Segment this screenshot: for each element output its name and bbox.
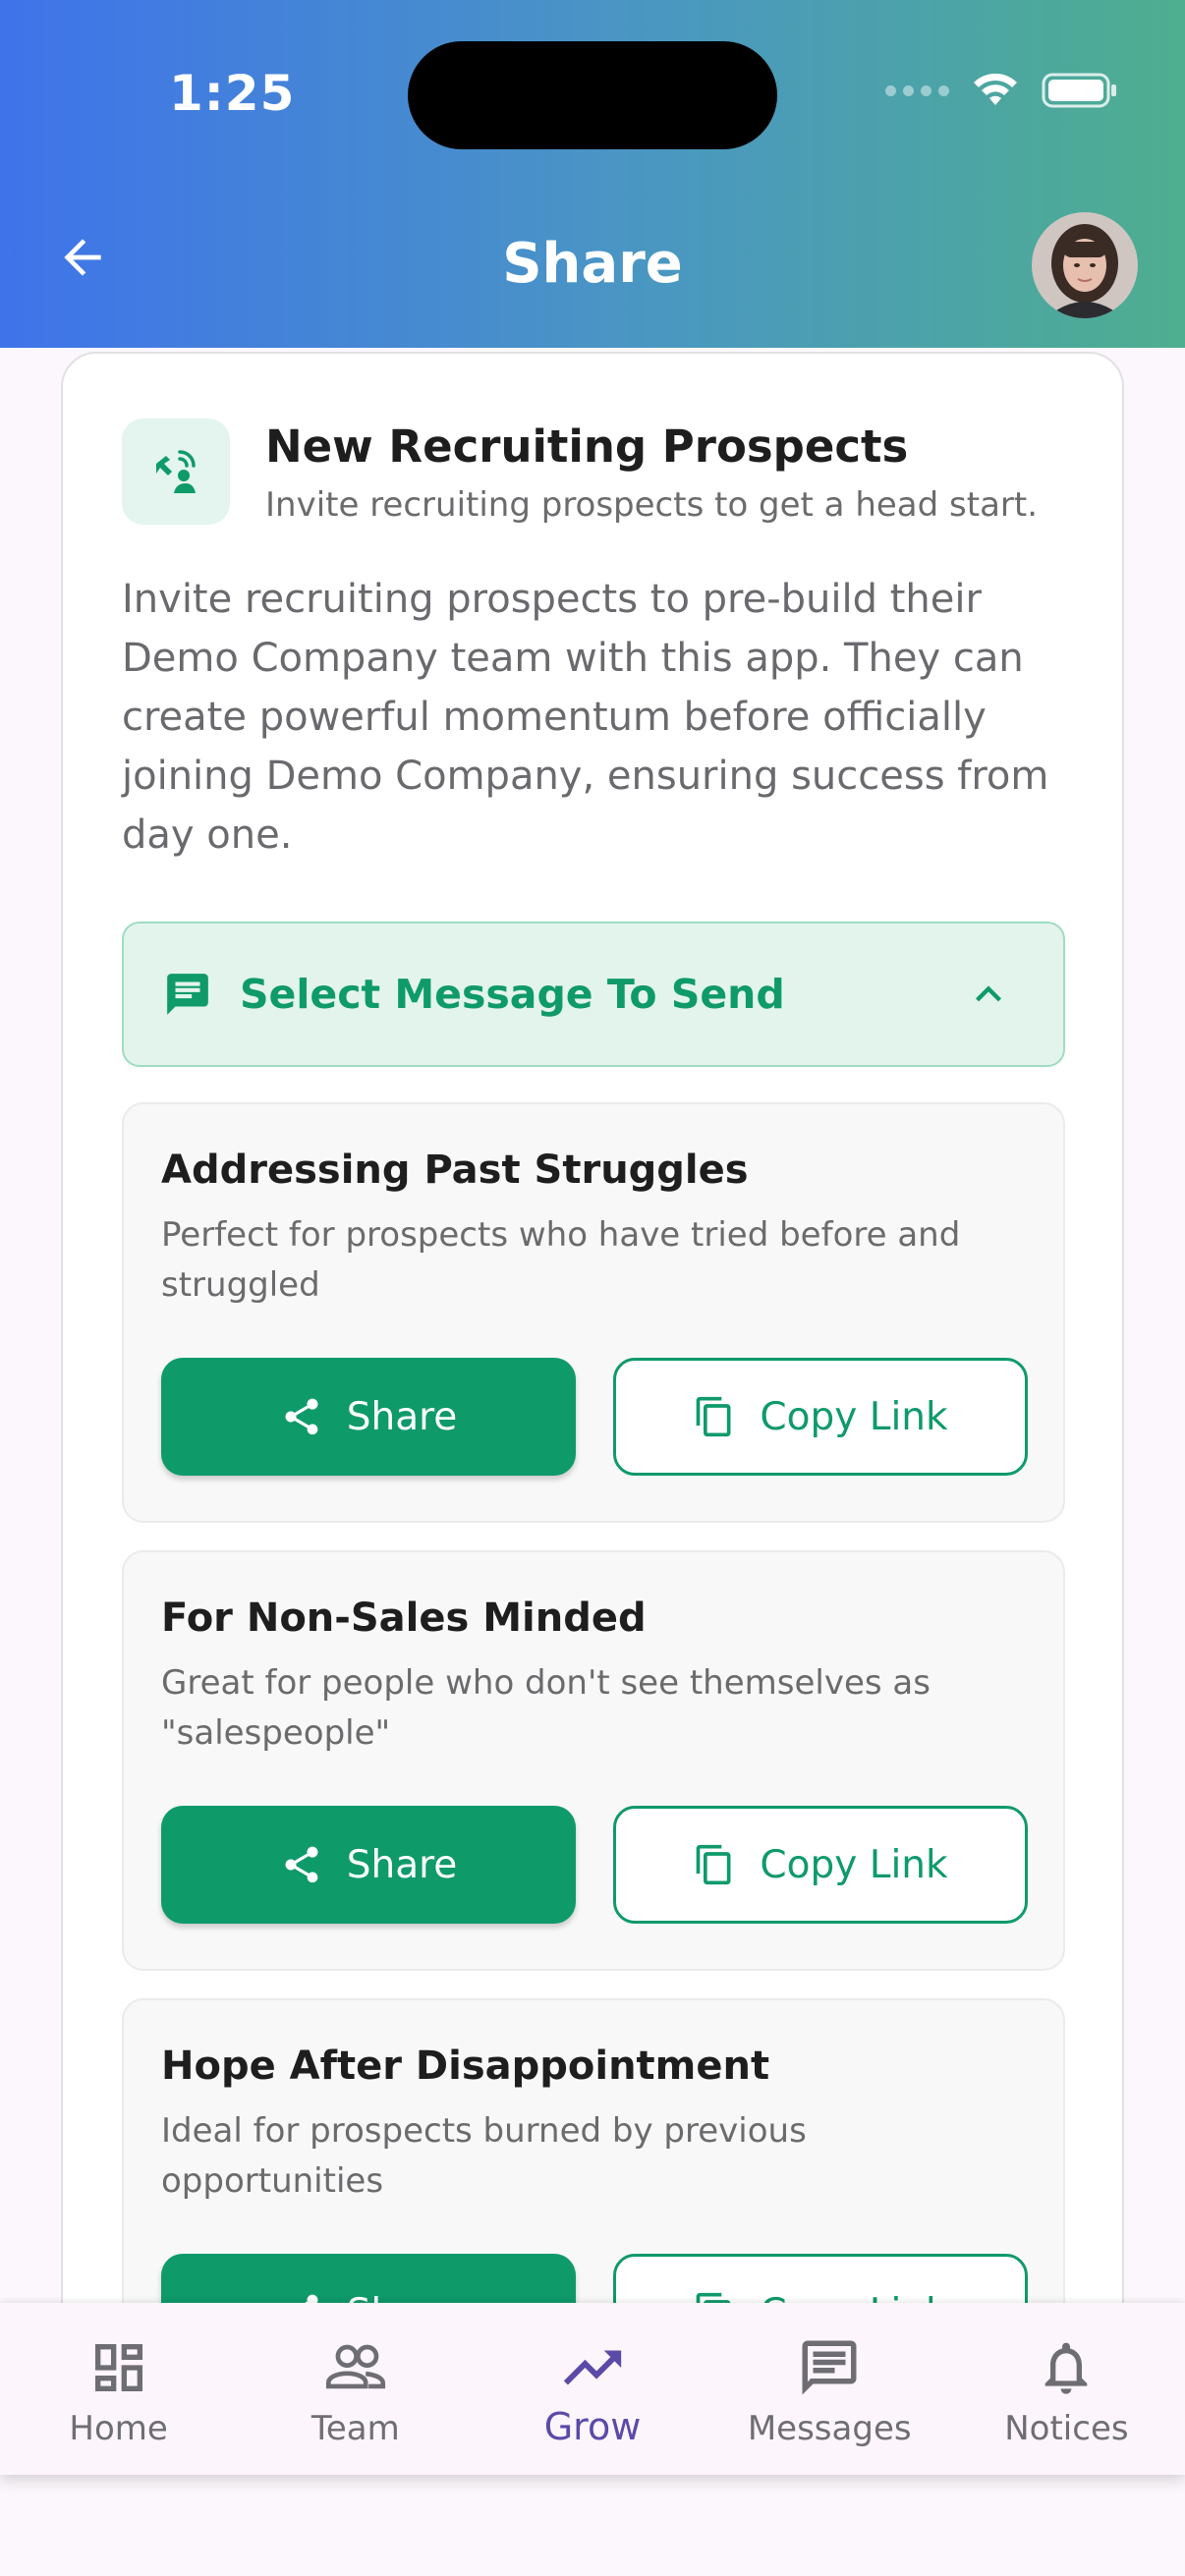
nav-label-home: Home [69,2409,168,2448]
nav-item-home[interactable]: Home [0,2303,237,2475]
battery-icon [1042,73,1116,108]
share-label: Share [346,1394,458,1439]
message-icon [167,974,208,1015]
copy-link-label: Copy Link [760,1394,948,1439]
copy-link-button[interactable]: Copy Link [613,1358,1028,1476]
bell-icon [1045,2342,1088,2394]
user-avatar-image [1032,212,1138,318]
share-icon [285,1398,318,1435]
share-label: Share [346,1842,458,1887]
copy-link-button[interactable]: Copy Link [613,1806,1028,1924]
program-subtitle: Invite recruiting prospects to get a hea… [265,485,1039,525]
dashboard-icon [94,2344,142,2391]
share-button[interactable]: Share [161,1806,576,1924]
program-title: New Recruiting Prospects [265,420,909,473]
nav-item-messages[interactable]: Messages [711,2303,948,2475]
share-screen: 1:25 Share New Recruiting Prospects Invi… [0,0,1185,2576]
select-message-toggle[interactable]: Select Message To Send [122,922,1065,1067]
share-button[interactable]: Share [161,1358,576,1476]
app-header: 1:25 Share [0,0,1185,348]
nav-item-team[interactable]: Team [237,2303,474,2475]
copy-icon [697,1396,731,1437]
nav-label-team: Team [310,2409,400,2448]
message-title: Hope After Disappointment [161,2044,770,2089]
message-description: Great for people who don't see themselve… [161,1663,931,1753]
team-icon [325,2344,385,2389]
dynamic-island [408,41,777,149]
chevron-up-icon [976,985,1001,1002]
bottom-navigation: Home Team Grow Messages Notices [0,2303,1185,2475]
message-option-card: For Non-Sales Minded Great for people wh… [122,1550,1065,1971]
status-icons [885,71,1118,110]
message-title: Addressing Past Struggles [161,1148,749,1193]
wifi-icon [974,73,1017,105]
nav-item-grow[interactable]: Grow [474,2303,710,2475]
message-title: For Non-Sales Minded [161,1596,647,1641]
message-option-card: Addressing Past Struggles Perfect for pr… [122,1102,1065,1523]
trending-up-icon [563,2350,622,2385]
page-title: Share [502,232,683,296]
signal-icon [885,84,949,96]
select-message-label: Select Message To Send [240,971,785,1018]
program-description: Invite recruiting prospects to pre-build… [122,577,1049,858]
copy-icon [697,1844,731,1885]
nav-label-notices: Notices [1004,2409,1129,2448]
nav-item-notices[interactable]: Notices [948,2303,1185,2475]
message-icon [802,2340,857,2395]
share-icon [285,1846,318,1883]
message-description: Perfect for prospects who have tried bef… [161,1215,961,1305]
nav-label-grow: Grow [543,2405,642,2448]
program-card: New Recruiting Prospects Invite recruiti… [61,352,1124,2419]
avatar[interactable] [1032,212,1138,318]
copy-link-label: Copy Link [760,1842,948,1887]
nav-label-messages: Messages [747,2409,912,2448]
status-time: 1:25 [169,65,296,122]
program-icon-box [122,419,230,525]
recruiting-icon [156,450,196,493]
message-description: Ideal for prospects burned by previous o… [161,2111,807,2201]
